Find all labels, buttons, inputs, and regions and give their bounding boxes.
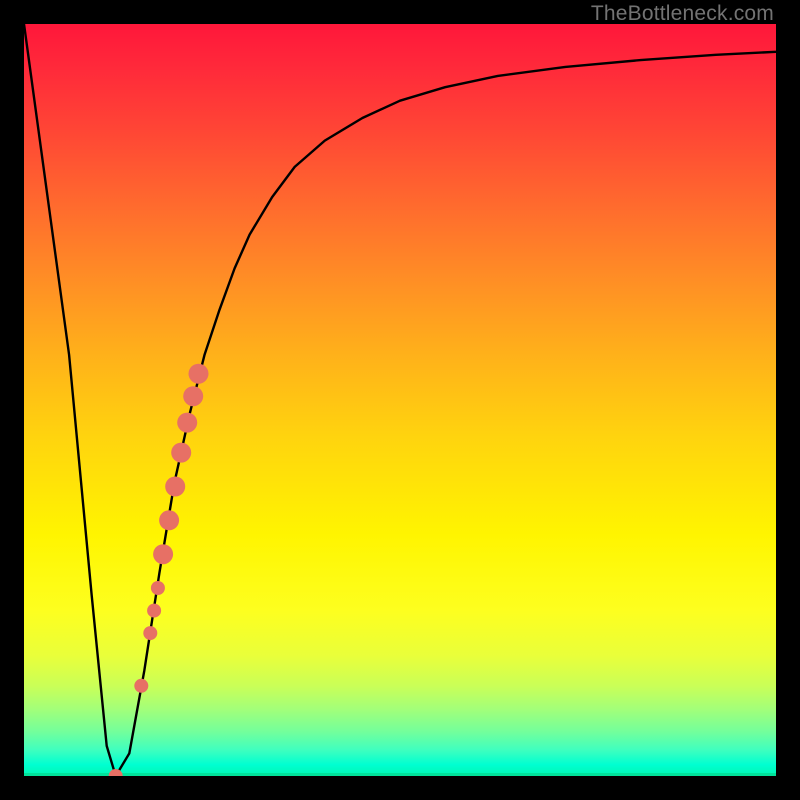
- marker-dot: [143, 626, 157, 640]
- marker-dot: [165, 477, 185, 497]
- marker-dot: [159, 510, 179, 530]
- curve-line: [24, 24, 776, 776]
- marker-dot: [189, 364, 209, 384]
- chart-frame: TheBottleneck.com: [0, 0, 800, 800]
- marker-dot: [183, 386, 203, 406]
- plot-area: [24, 24, 776, 776]
- watermark-text: TheBottleneck.com: [591, 2, 774, 26]
- chart-svg: [24, 24, 776, 776]
- bottleneck-curve: [24, 24, 776, 776]
- highlighted-points: [109, 364, 209, 776]
- marker-dot: [151, 581, 165, 595]
- marker-dot: [177, 413, 197, 433]
- marker-dot: [147, 604, 161, 618]
- marker-dot: [153, 544, 173, 564]
- marker-dot: [134, 679, 148, 693]
- marker-dot: [171, 443, 191, 463]
